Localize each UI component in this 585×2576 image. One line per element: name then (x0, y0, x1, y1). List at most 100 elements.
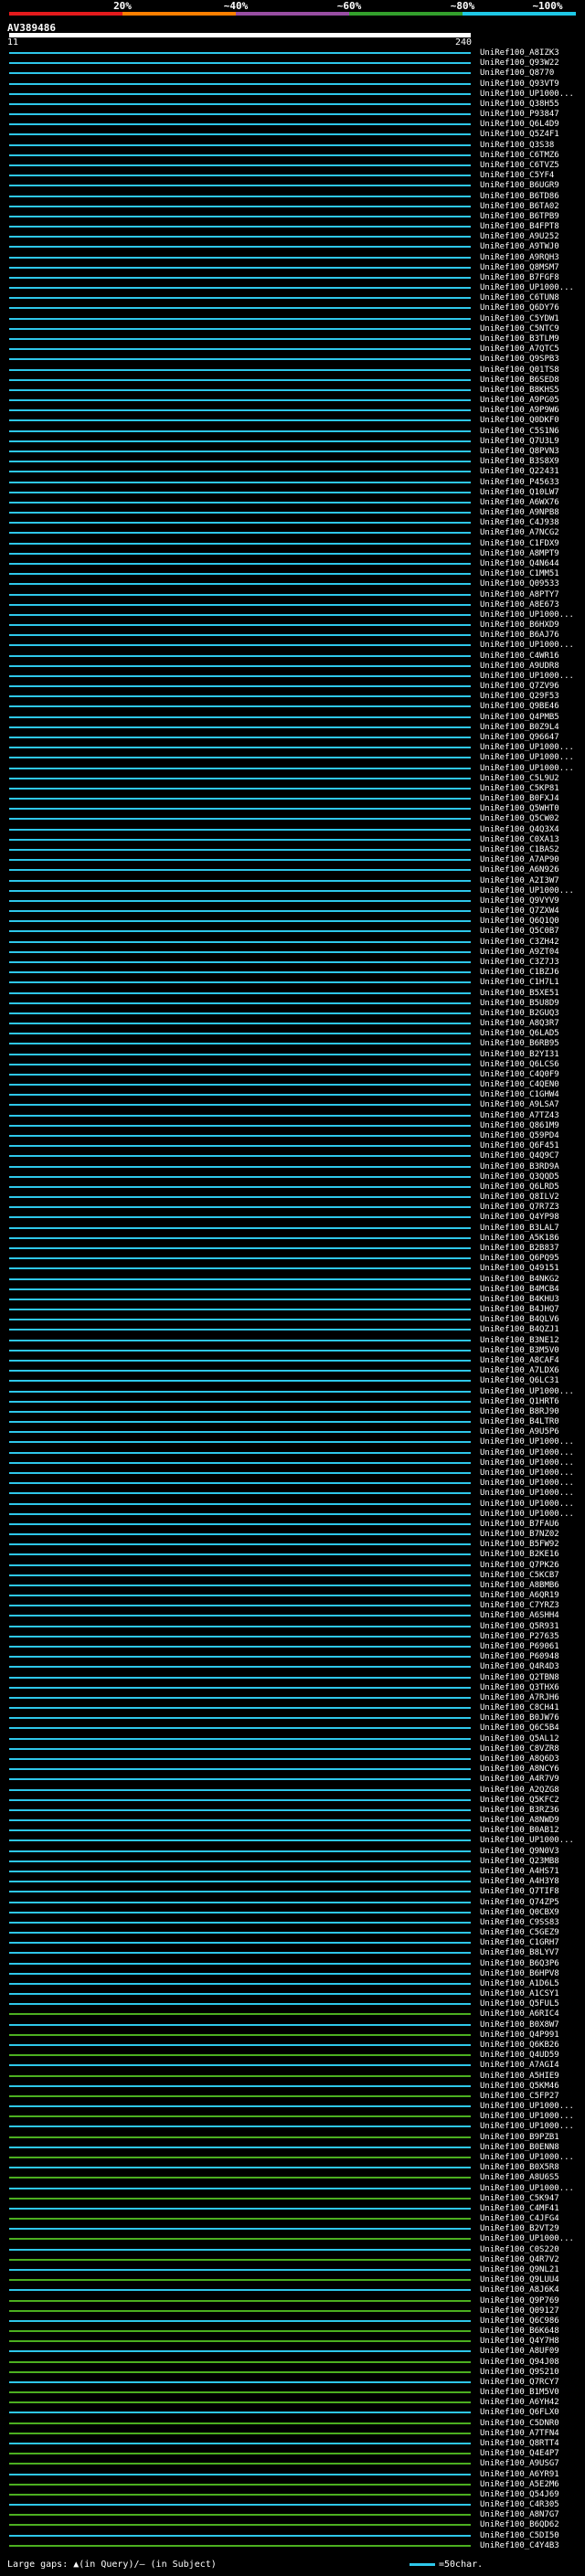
hit-bar[interactable] (9, 2044, 471, 2047)
hit-bar[interactable] (9, 388, 471, 391)
hit-label[interactable]: UniRef100_B1M5V0 (480, 2388, 559, 2397)
hit-bar[interactable] (9, 2003, 471, 2006)
hit-bar[interactable] (9, 1175, 471, 1178)
hit-label[interactable]: UniRef100_Q4YP98 (480, 1213, 559, 1222)
hit-bar[interactable] (9, 818, 471, 821)
hit-label[interactable]: UniRef100_A9PG05 (480, 396, 559, 405)
hit-bar[interactable] (9, 1451, 471, 1454)
hit-bar[interactable] (9, 828, 471, 831)
hit-bar[interactable] (9, 2483, 471, 2486)
hit-bar[interactable] (9, 175, 471, 177)
hit-bar[interactable] (9, 471, 471, 473)
hit-bar[interactable] (9, 1002, 471, 1004)
hit-bar[interactable] (9, 2309, 471, 2312)
hit-bar[interactable] (9, 808, 471, 811)
hit-label[interactable]: UniRef100_B3M5V0 (480, 1346, 559, 1355)
hit-label[interactable]: UniRef100_B3TLM9 (480, 334, 559, 344)
hit-bar[interactable] (9, 2391, 471, 2394)
hit-bar[interactable] (9, 695, 471, 698)
hit-label[interactable]: UniRef100_B6QD62 (480, 2520, 559, 2529)
hit-bar[interactable] (9, 1932, 471, 1935)
hit-bar[interactable] (9, 767, 471, 769)
hit-label[interactable]: UniRef100_B3S8X9 (480, 457, 559, 466)
hit-label[interactable]: UniRef100_A9P9W6 (480, 406, 559, 415)
hit-label[interactable]: UniRef100_B4MCB4 (480, 1285, 559, 1294)
hit-label[interactable]: UniRef100_B4KHU3 (480, 1295, 559, 1304)
hit-bar[interactable] (9, 1329, 471, 1331)
hit-bar[interactable] (9, 726, 471, 728)
hit-label[interactable]: UniRef100_Q6C986 (480, 2316, 559, 2326)
hit-label[interactable]: UniRef100_Q10LW7 (480, 488, 559, 497)
hit-bar[interactable] (9, 1073, 471, 1076)
hit-label[interactable]: UniRef100_UP1000... (480, 1510, 574, 1519)
hit-bar[interactable] (9, 1298, 471, 1300)
hit-bar[interactable] (9, 1461, 471, 1464)
hit-label[interactable]: UniRef100_B0X5R8 (480, 2163, 559, 2172)
hit-label[interactable]: UniRef100_C0XA13 (480, 835, 559, 844)
hit-label[interactable]: UniRef100_B3RZ36 (480, 1806, 559, 1815)
hit-bar[interactable] (9, 634, 471, 637)
hit-label[interactable]: UniRef100_C1FDX9 (480, 539, 559, 548)
hit-label[interactable]: UniRef100_B3LAL7 (480, 1224, 559, 1233)
hit-label[interactable]: UniRef100_UP1000... (480, 2234, 574, 2243)
hit-bar[interactable] (9, 889, 471, 892)
hit-label[interactable]: UniRef100_Q09533 (480, 579, 559, 588)
hit-bar[interactable] (9, 654, 471, 657)
hit-bar[interactable] (9, 368, 471, 371)
hit-label[interactable]: UniRef100_A6N926 (480, 865, 559, 875)
hit-label[interactable]: UniRef100_B0X8W7 (480, 2020, 559, 2030)
hit-bar[interactable] (9, 664, 471, 667)
hit-bar[interactable] (9, 52, 471, 54)
hit-bar[interactable] (9, 1400, 471, 1403)
hit-bar[interactable] (9, 2094, 471, 2097)
hit-label[interactable]: UniRef100_B6TD86 (480, 192, 559, 201)
hit-label[interactable]: UniRef100_A7AP90 (480, 855, 559, 864)
hit-label[interactable]: UniRef100_A6RIC4 (480, 2009, 559, 2019)
hit-bar[interactable] (9, 133, 471, 136)
hit-label[interactable]: UniRef100_Q6C5B4 (480, 1723, 559, 1733)
hit-label[interactable]: UniRef100_A9TWJ0 (480, 242, 559, 251)
hit-bar[interactable] (9, 399, 471, 402)
hit-bar[interactable] (9, 1595, 471, 1597)
hit-bar[interactable] (9, 102, 471, 105)
hit-bar[interactable] (9, 2524, 471, 2527)
hit-bar[interactable] (9, 1380, 471, 1383)
hit-label[interactable]: UniRef100_A9USG7 (480, 2459, 559, 2468)
hit-bar[interactable] (9, 512, 471, 514)
hit-bar[interactable] (9, 2534, 471, 2537)
hit-bar[interactable] (9, 1012, 471, 1014)
hit-bar[interactable] (9, 287, 471, 290)
hit-label[interactable]: UniRef100_Q6DY76 (480, 303, 559, 313)
hit-label[interactable]: UniRef100_B6SED8 (480, 376, 559, 385)
hit-bar[interactable] (9, 82, 471, 85)
hit-bar[interactable] (9, 256, 471, 259)
hit-label[interactable]: UniRef100_UP1000... (480, 2112, 574, 2121)
hit-bar[interactable] (9, 716, 471, 718)
hit-label[interactable]: UniRef100_Q2TBN8 (480, 1673, 559, 1682)
hit-label[interactable]: UniRef100_UP1000... (480, 283, 574, 292)
hit-bar[interactable] (9, 1564, 471, 1566)
hit-bar[interactable] (9, 2422, 471, 2424)
hit-label[interactable]: UniRef100_Q7ZXW4 (480, 906, 559, 916)
hit-label[interactable]: UniRef100_A6YR91 (480, 2470, 559, 2479)
hit-label[interactable]: UniRef100_C1GHW4 (480, 1090, 559, 1099)
hit-bar[interactable] (9, 2380, 471, 2383)
hit-label[interactable]: UniRef100_B7NZ02 (480, 1530, 559, 1539)
hit-bar[interactable] (9, 1768, 471, 1771)
hit-bar[interactable] (9, 2268, 471, 2271)
hit-label[interactable]: UniRef100_A8CAF4 (480, 1356, 559, 1365)
hit-label[interactable]: UniRef100_B0ENN8 (480, 2143, 559, 2152)
hit-bar[interactable] (9, 930, 471, 933)
hit-bar[interactable] (9, 2054, 471, 2057)
hit-label[interactable]: UniRef100_B5U8D9 (480, 999, 559, 1008)
hit-bar[interactable] (9, 1104, 471, 1107)
hit-label[interactable]: UniRef100_UP1000... (480, 1437, 574, 1447)
hit-label[interactable]: UniRef100_B5XE51 (480, 989, 559, 998)
hit-label[interactable]: UniRef100_Q49151 (480, 1264, 559, 1273)
hit-bar[interactable] (9, 562, 471, 565)
hit-label[interactable]: UniRef100_Q22431 (480, 467, 559, 476)
hit-label[interactable]: UniRef100_B6HXD9 (480, 620, 559, 630)
hit-label[interactable]: UniRef100_UP1000... (480, 1387, 574, 1396)
hit-bar[interactable] (9, 532, 471, 535)
hit-bar[interactable] (9, 2289, 471, 2292)
